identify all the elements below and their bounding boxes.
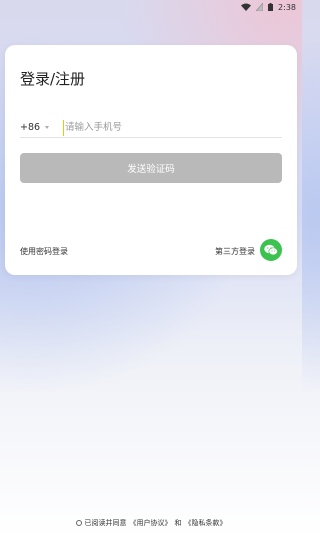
battery-icon bbox=[268, 3, 274, 11]
chevron-down-icon bbox=[45, 126, 50, 129]
wechat-icon bbox=[264, 244, 278, 256]
country-code-label: +86 bbox=[20, 122, 41, 133]
password-login-link[interactable]: 使用密码登录 bbox=[20, 246, 68, 257]
third-party-login-label: 第三方登录 bbox=[215, 247, 255, 256]
phone-input-row: +86 bbox=[20, 118, 282, 138]
agreement-checkbox[interactable] bbox=[75, 520, 82, 526]
agreement-row: 已阅读并同意 《用户协议》 和 《隐私条款》 bbox=[0, 518, 302, 528]
wechat-login-button[interactable] bbox=[260, 239, 282, 261]
signal-icon bbox=[256, 3, 264, 11]
user-agreement-link[interactable]: 《用户协议》 bbox=[130, 518, 172, 528]
phone-input[interactable] bbox=[63, 119, 282, 136]
privacy-policy-link[interactable]: 《隐私条款》 bbox=[185, 518, 227, 528]
status-time: 2:38 bbox=[278, 2, 296, 12]
country-code-select[interactable]: +86 bbox=[20, 122, 63, 133]
page-title: 登录/注册 bbox=[20, 70, 86, 88]
wifi-icon bbox=[241, 3, 252, 11]
status-bar: 2:38 bbox=[0, 0, 302, 14]
agreement-and: 和 bbox=[174, 519, 182, 527]
login-card: 登录/注册 +86 发送验证码 使用密码登录 第三方登录 bbox=[5, 45, 297, 275]
send-code-button[interactable]: 发送验证码 bbox=[20, 153, 282, 183]
agreement-text: 已阅读并同意 bbox=[84, 519, 127, 527]
